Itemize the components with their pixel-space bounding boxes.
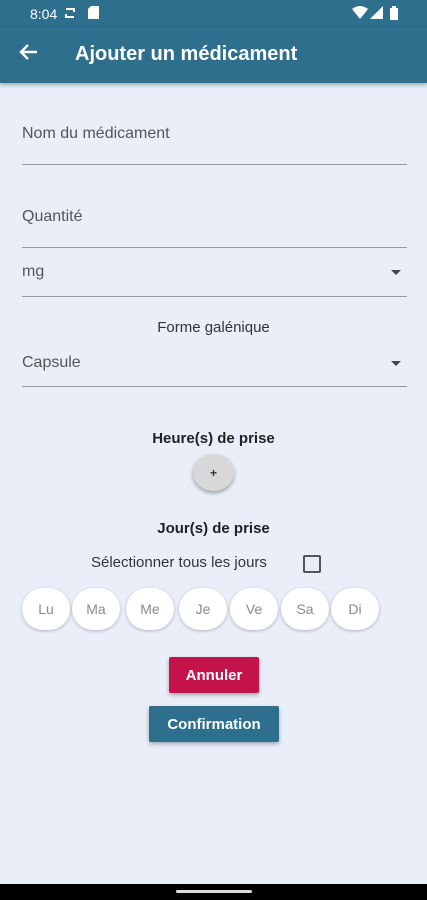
navigation-bar (0, 884, 427, 900)
status-time: 8:04 (30, 6, 58, 22)
signal-icon (370, 6, 383, 22)
forme-value: Capsule (22, 354, 81, 371)
medication-name-placeholder: Nom du médicament (22, 125, 170, 142)
select-all-days-label: Sélectionner tous les jours (91, 554, 267, 571)
sim-icon (88, 6, 99, 22)
day-sa[interactable]: Sa (281, 588, 329, 630)
forme-label: Forme galénique (157, 319, 270, 336)
app-bar: Ajouter un médicament (0, 27, 427, 83)
cancel-button[interactable]: Annuler (169, 657, 259, 693)
arrow-left-icon (19, 41, 39, 69)
confirm-button[interactable]: Confirmation (149, 706, 279, 742)
back-button[interactable] (14, 40, 44, 70)
sync-icon (64, 6, 76, 23)
status-bar: 8:04 (0, 0, 427, 27)
quantity-placeholder: Quantité (22, 208, 83, 225)
jours-label: Jour(s) de prise (157, 520, 270, 537)
dropdown-arrow-icon (391, 270, 401, 275)
day-lu[interactable]: Lu (22, 588, 70, 630)
page-title: Ajouter un médicament (75, 43, 298, 65)
home-handle[interactable] (176, 890, 252, 893)
dropdown-arrow-icon (391, 361, 401, 366)
day-di[interactable]: Di (331, 588, 379, 630)
unit-value: mg (22, 263, 45, 280)
heures-label: Heure(s) de prise (152, 430, 275, 447)
day-ve[interactable]: Ve (230, 588, 278, 630)
unit-select[interactable]: mg (22, 250, 407, 297)
day-me[interactable]: Me (126, 588, 174, 630)
day-ma[interactable]: Ma (72, 588, 120, 630)
medication-name-field[interactable]: Nom du médicament (22, 108, 407, 165)
forme-select[interactable]: Capsule (22, 340, 407, 387)
wifi-icon (352, 6, 368, 22)
quantity-field[interactable]: Quantité (22, 192, 407, 248)
add-time-button[interactable]: + (193, 454, 234, 491)
day-je[interactable]: Je (179, 588, 227, 630)
days-selector: Lu Ma Me Je Ve Sa Di (22, 588, 382, 630)
select-all-days-checkbox[interactable] (303, 555, 321, 573)
battery-icon (390, 6, 398, 23)
